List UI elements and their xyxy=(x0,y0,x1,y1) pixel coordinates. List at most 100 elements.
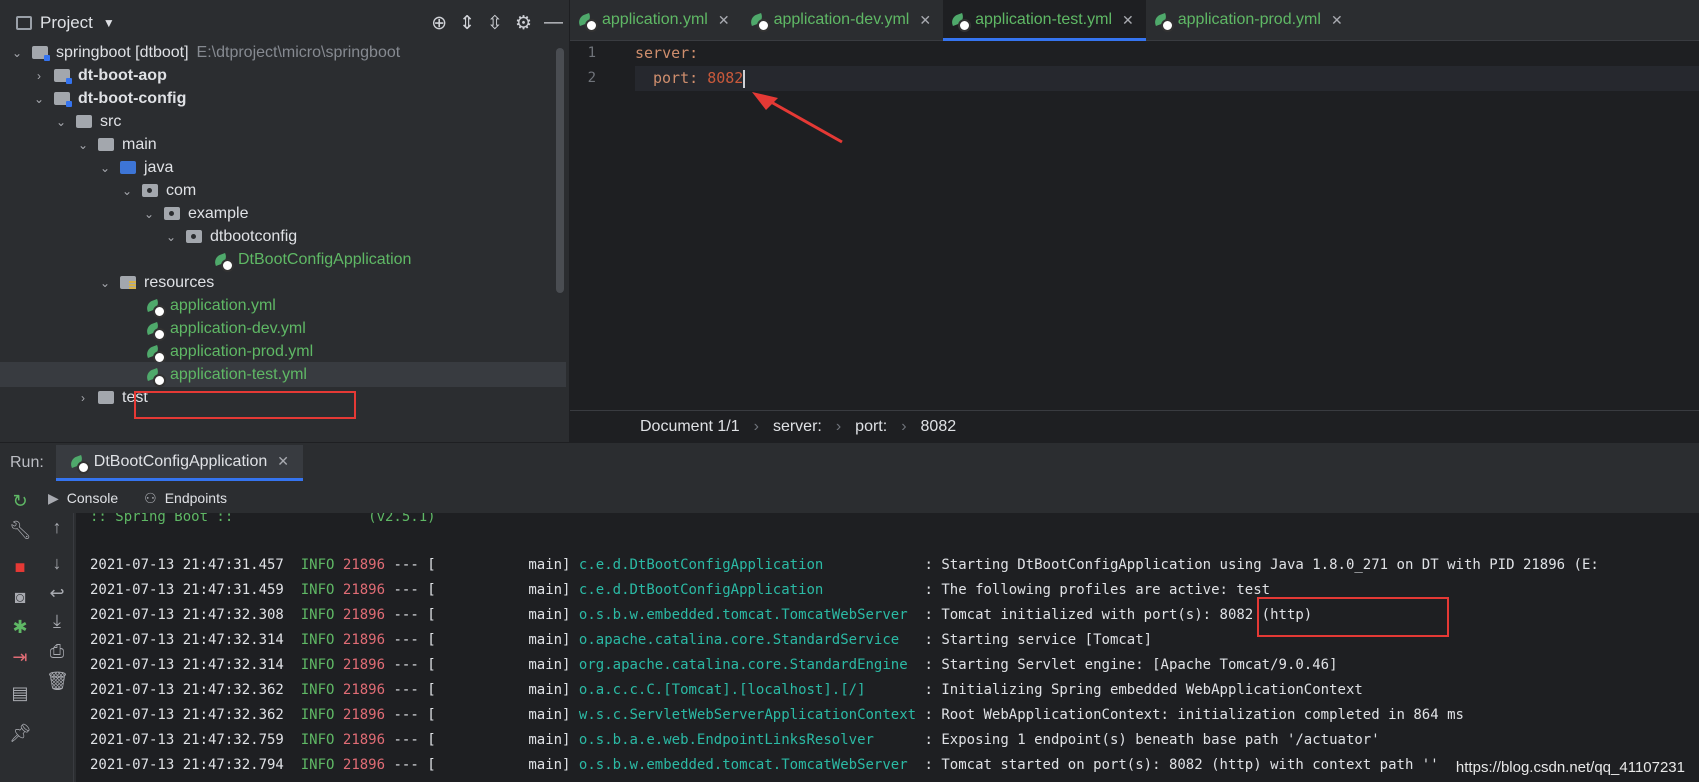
chevron-down-icon[interactable]: ⌄ xyxy=(54,115,68,129)
log-gap xyxy=(284,707,301,723)
project-panel-title: Project xyxy=(40,13,93,32)
tree-item-test[interactable]: › test xyxy=(0,385,566,410)
breadcrumb-item[interactable]: 8082 xyxy=(921,418,957,436)
chevron-down-icon[interactable]: ⌄ xyxy=(76,138,90,152)
expand-all-icon[interactable]: ⇕ xyxy=(459,12,475,35)
log-gap xyxy=(334,757,342,773)
chevron-right-icon[interactable]: › xyxy=(32,69,46,83)
spring-yaml-icon xyxy=(146,298,166,318)
chevron-right-icon[interactable]: › xyxy=(76,391,90,405)
tab-endpoints[interactable]: ⚇ Endpoints xyxy=(144,490,227,507)
log-line: 2021-07-13 21:47:32.794 INFO 21896 --- [… xyxy=(90,753,1439,778)
collapse-all-icon[interactable]: ⇳ xyxy=(487,12,503,35)
tree-item-application-test-yml[interactable]: application-test.yml xyxy=(0,362,566,387)
breadcrumb-item[interactable]: Document 1/1 xyxy=(640,418,740,436)
package-icon xyxy=(186,230,202,243)
chevron-down-icon[interactable]: ⌄ xyxy=(142,207,156,221)
log-logger: w.s.c.ServletWebServerApplicationContext xyxy=(578,707,917,723)
chevron-down-icon[interactable]: ⌄ xyxy=(120,184,134,198)
camera-icon[interactable]: ◙ xyxy=(9,587,31,608)
scrollbar[interactable] xyxy=(556,48,564,293)
tab-application-prod-yml[interactable]: application-prod.yml ✕ xyxy=(1146,0,1355,40)
console-output[interactable]: :: Spring Boot :: (v2.5.1) 2021-07-13 21… xyxy=(76,513,1699,782)
gear-icon[interactable]: ⚙ xyxy=(515,12,532,35)
tab-console[interactable]: ▶ Console xyxy=(48,490,118,507)
spring-yaml-icon xyxy=(146,367,166,387)
close-icon[interactable]: ✕ xyxy=(1331,12,1343,29)
log-pid: 21896 xyxy=(342,582,386,598)
close-icon[interactable]: ✕ xyxy=(277,453,289,470)
log-level: INFO xyxy=(300,582,335,598)
code-line-current[interactable]: port: 8082 xyxy=(635,66,1699,91)
log-line: 2021-07-13 21:47:32.362 INFO 21896 --- [… xyxy=(90,703,1464,728)
tree-item-application-yml[interactable]: application.yml xyxy=(0,293,566,318)
log-line: 2021-07-13 21:47:32.308 INFO 21896 --- [… xyxy=(90,603,1312,628)
trash-icon[interactable]: 🗑︎ xyxy=(46,671,69,692)
tab-application-dev-yml[interactable]: application-dev.yml ✕ xyxy=(742,0,944,40)
tree-item-label: dt-boot-aop xyxy=(78,66,167,84)
minimize-icon[interactable]: — xyxy=(544,12,563,35)
tree-item-springboot[interactable]: ⌄ springboot [dtboot] E:\dtproject\micro… xyxy=(0,40,566,65)
tree-item-java[interactable]: ⌄ java xyxy=(0,155,566,180)
tree-item-dtbootconfigapplication[interactable]: DtBootConfigApplication xyxy=(0,247,566,272)
debug-icon[interactable]: ✱ xyxy=(9,617,31,638)
code-line[interactable]: server: xyxy=(635,41,1699,66)
tree-item-main[interactable]: ⌄ main xyxy=(0,132,566,157)
scroll-up-icon[interactable]: ↑ xyxy=(46,517,68,538)
tree-item-src[interactable]: ⌄ src xyxy=(0,109,566,134)
chevron-down-icon[interactable]: ⌄ xyxy=(98,161,112,175)
run-tab[interactable]: DtBootConfigApplication ✕ xyxy=(55,445,303,481)
breadcrumb-item[interactable]: server: xyxy=(773,418,822,436)
tree-item-application-dev-yml[interactable]: application-dev.yml xyxy=(0,316,566,341)
tab-application-test-yml[interactable]: application-test.yml ✕ xyxy=(943,0,1146,41)
log-timestamp: 2021-07-13 21:47:32.362 xyxy=(90,682,284,698)
tree-item-application-prod-yml[interactable]: application-prod.yml xyxy=(0,339,566,364)
tree-item-com[interactable]: ⌄ com xyxy=(0,178,566,203)
scroll-down-icon[interactable]: ↓ xyxy=(46,553,68,574)
log-logger: c.e.d.DtBootConfigApplication xyxy=(578,557,917,573)
module-icon xyxy=(54,69,72,84)
close-icon[interactable]: ✕ xyxy=(1122,12,1134,29)
close-icon[interactable]: ✕ xyxy=(919,12,931,29)
yaml-key: server: xyxy=(635,44,699,62)
tree-item-example[interactable]: ⌄ example xyxy=(0,201,566,226)
resources-folder-icon xyxy=(120,276,136,289)
log-line: 2021-07-13 21:47:32.314 INFO 21896 --- [… xyxy=(90,653,1338,678)
log-level: INFO xyxy=(300,607,335,623)
close-icon[interactable]: ✕ xyxy=(718,12,730,29)
layout-icon[interactable]: ▤ xyxy=(9,683,31,704)
log-thread: --- [ main] xyxy=(385,632,579,648)
locate-icon[interactable]: ⊕ xyxy=(431,12,447,35)
log-level: INFO xyxy=(300,732,335,748)
breadcrumb-item[interactable]: port: xyxy=(855,418,887,436)
tree-item-label: example xyxy=(188,204,249,222)
exit-icon[interactable]: ⇥ xyxy=(9,647,31,668)
print-icon[interactable]: ⎙ xyxy=(46,641,68,662)
tree-item-resources[interactable]: ⌄ resources xyxy=(0,270,566,295)
log-gap xyxy=(284,732,301,748)
log-gap xyxy=(284,582,301,598)
chevron-down-icon[interactable]: ⌄ xyxy=(164,230,178,244)
tree-item-dt-boot-config[interactable]: ⌄ dt-boot-config xyxy=(0,86,566,111)
rerun-icon[interactable]: ↻ xyxy=(9,491,31,512)
wrench-icon[interactable]: 🔧︎ xyxy=(9,520,32,541)
tree-item-dtbootconfig[interactable]: ⌄ dtbootconfig xyxy=(0,224,566,249)
run-panel-header: Run: DtBootConfigApplication ✕ xyxy=(0,443,1699,483)
log-gap xyxy=(284,632,301,648)
tab-application-yml[interactable]: application.yml ✕ xyxy=(570,0,742,40)
text-cursor xyxy=(743,69,746,88)
soft-wrap-icon[interactable]: ↩ xyxy=(46,583,68,604)
log-line: 2021-07-13 21:47:32.759 INFO 21896 --- [… xyxy=(90,728,1380,753)
breadcrumb-separator: › xyxy=(753,417,759,435)
pin-icon[interactable]: 📌︎ xyxy=(9,723,32,744)
scroll-to-end-icon[interactable]: ⤓ xyxy=(46,611,68,632)
stop-icon[interactable]: ■ xyxy=(9,557,31,578)
breadcrumb-separator: › xyxy=(835,417,842,435)
chevron-down-icon[interactable]: ⌄ xyxy=(10,46,24,60)
chevron-down-icon[interactable]: ⌄ xyxy=(32,92,46,106)
chevron-down-icon[interactable]: ▼ xyxy=(103,16,115,30)
tree-item-dt-boot-aop[interactable]: › dt-boot-aop xyxy=(0,63,566,88)
chevron-down-icon[interactable]: ⌄ xyxy=(98,276,112,290)
console-toolbar: ↑ ↓ ↩ ⤓ ⎙ 🗑︎ xyxy=(40,513,74,782)
code-area[interactable]: server: port: 8082 xyxy=(635,41,1699,91)
